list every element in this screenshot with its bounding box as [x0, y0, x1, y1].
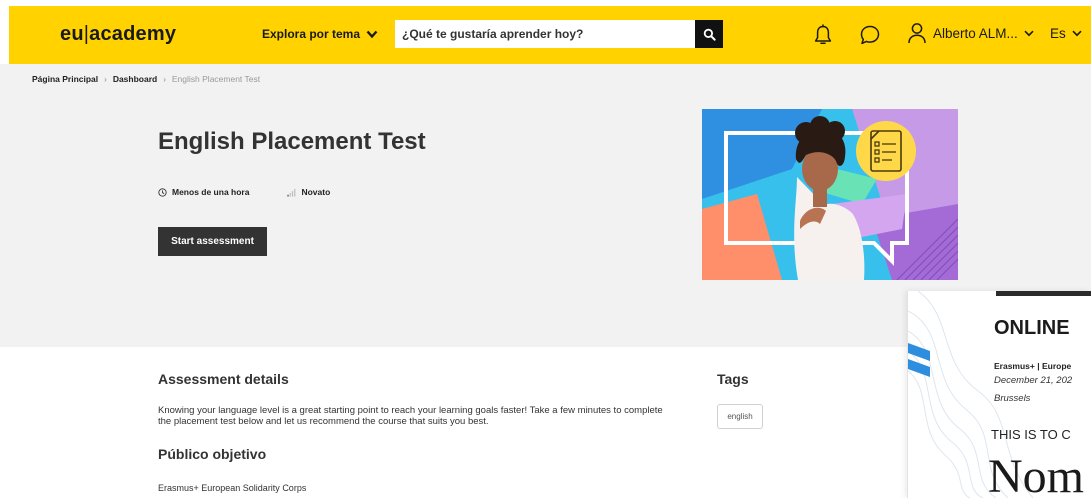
user-menu[interactable]: Alberto ALM...: [907, 22, 1034, 44]
user-icon: [908, 23, 926, 44]
search-icon: [703, 28, 716, 41]
assessment-description: Knowing your language level is a great s…: [158, 405, 663, 427]
clock-icon: [158, 187, 167, 197]
illustration-graphic: [702, 109, 958, 280]
notifications-button[interactable]: [812, 24, 834, 46]
breadcrumb-dashboard[interactable]: Dashboard: [113, 74, 157, 84]
assessment-meta: Menos de una hora Novato: [158, 187, 330, 197]
bell-icon: [814, 24, 832, 44]
search-button[interactable]: [695, 20, 723, 48]
certificate-city: Brussels: [994, 393, 1031, 404]
chevron-down-icon: [1072, 30, 1082, 37]
certificate-organization: Erasmus+ | Europe: [994, 361, 1072, 371]
language-label: Es: [1050, 26, 1066, 41]
tags-heading: Tags: [717, 371, 749, 387]
level-info: Novato: [287, 187, 330, 197]
assessment-details-heading: Assessment details: [158, 371, 289, 387]
signal-bars-icon: [287, 188, 296, 197]
language-selector[interactable]: Es: [1050, 26, 1082, 41]
tag-english[interactable]: english: [717, 404, 763, 429]
course-illustration: [702, 109, 958, 280]
search-input[interactable]: [395, 20, 695, 48]
user-name: Alberto ALM...: [933, 25, 1018, 41]
breadcrumb-home[interactable]: Página Principal: [32, 74, 98, 84]
window-edge: [0, 0, 9, 64]
target-audience-text: Erasmus+ European Solidarity Corps: [158, 483, 307, 493]
chat-bubble-icon: [860, 25, 880, 45]
messages-button[interactable]: [859, 24, 881, 46]
duration-info: Menos de una hora: [158, 187, 249, 197]
certificate-recipient-name: Nom: [988, 450, 1084, 498]
explore-label: Explora por tema: [262, 27, 361, 41]
breadcrumb-current: English Placement Test: [171, 74, 261, 84]
certificate-statement: THIS IS TO C: [991, 427, 1071, 442]
start-assessment-button[interactable]: Start assessment: [158, 227, 267, 256]
breadcrumb-separator: ›: [163, 74, 166, 84]
breadcrumb-separator: ›: [104, 74, 107, 84]
certificate-header-bar: [996, 291, 1091, 296]
search-box: [395, 20, 723, 48]
level-text: Novato: [301, 187, 331, 197]
certificate-date: December 21, 202: [994, 375, 1073, 386]
window-edge: [0, 0, 1091, 6]
chevron-down-icon: [1024, 30, 1034, 36]
breadcrumb: Página Principal › Dashboard › English P…: [32, 74, 260, 84]
eu-academy-logo[interactable]: eu|academy: [60, 23, 176, 46]
certificate-preview: ONLINE Erasmus+ | Europe December 21, 20…: [907, 291, 1091, 498]
chevron-down-icon: [366, 30, 378, 38]
duration-text: Menos de una hora: [172, 187, 250, 197]
explore-by-topic-menu[interactable]: Explora por tema: [262, 27, 378, 41]
top-navigation-bar: eu|academy Explora por tema ¿Qué te gust…: [0, 0, 1091, 64]
certificate-title: ONLINE: [994, 317, 1070, 339]
page-title: English Placement Test: [158, 128, 426, 155]
target-audience-heading: Público objetivo: [158, 446, 267, 462]
